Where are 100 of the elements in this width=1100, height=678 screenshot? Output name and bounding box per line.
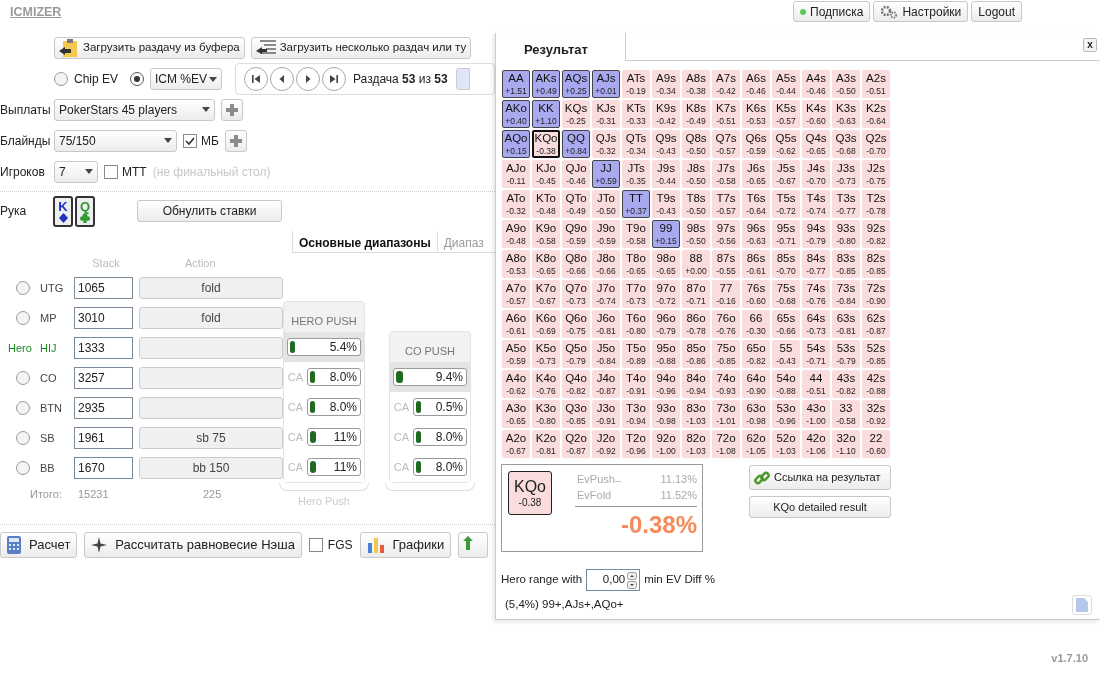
copy-icon[interactable]	[1072, 595, 1092, 615]
hand-cell[interactable]: 53s -0.79	[832, 340, 860, 368]
hand-cell[interactable]: 92s -0.82	[862, 220, 890, 248]
hand-cell[interactable]: K7s -0.51	[712, 100, 740, 128]
hand-cell[interactable]: K9s -0.42	[652, 100, 680, 128]
hand-cell[interactable]: KTo -0.48	[532, 190, 560, 218]
stack-input[interactable]: 3010	[74, 307, 133, 329]
hand-cell[interactable]: K3o -0.80	[532, 400, 560, 428]
hand-cell[interactable]: 88 +0.00	[682, 250, 710, 278]
hand-cell[interactable]: A6o -0.61	[502, 310, 530, 338]
min-ev-spinner[interactable]: 0,00	[586, 569, 641, 591]
hand-cell[interactable]: J3s -0.73	[832, 160, 860, 188]
radio-button[interactable]	[16, 431, 30, 445]
hand-cell[interactable]: J3o -0.91	[592, 400, 620, 428]
hand-cell[interactable]: 42s -0.88	[862, 370, 890, 398]
hand-cell[interactable]: 85s -0.70	[772, 250, 800, 278]
hand-cell[interactable]: T5o -0.89	[622, 340, 650, 368]
hand-cell[interactable]: 97o -0.72	[652, 280, 680, 308]
hand-cell[interactable]: T4s -0.74	[802, 190, 830, 218]
hand-cell[interactable]: K8o -0.65	[532, 250, 560, 278]
hand-cell[interactable]: 94s -0.79	[802, 220, 830, 248]
hand-cell[interactable]: 32s -0.92	[862, 400, 890, 428]
hand-cell[interactable]: K9o -0.58	[532, 220, 560, 248]
hand-cell[interactable]: AA +1.51	[502, 70, 530, 98]
stack-input[interactable]: 1333	[74, 337, 133, 359]
copy-button[interactable]	[455, 68, 470, 90]
hand-cell[interactable]: 82s -0.85	[862, 250, 890, 278]
hand-cell[interactable]: A5s -0.44	[772, 70, 800, 98]
hand-cell[interactable]: A9o -0.48	[502, 220, 530, 248]
checkbox[interactable]	[183, 133, 197, 148]
hand-cell[interactable]: 55 -0.43	[772, 340, 800, 368]
hand-cell[interactable]: J9o -0.59	[592, 220, 620, 248]
hand-cell[interactable]: T3o -0.94	[622, 400, 650, 428]
reset-bets-button[interactable]: Обнулить ставки	[137, 200, 282, 222]
hand-cell[interactable]: 97s -0.56	[712, 220, 740, 248]
stack-input[interactable]: 3257	[74, 367, 133, 389]
hand-cell[interactable]: ATo -0.32	[502, 190, 530, 218]
hand-cell[interactable]: K6s -0.53	[742, 100, 770, 128]
hand-cell[interactable]: T5s -0.72	[772, 190, 800, 218]
hand-cell[interactable]: Q4o -0.82	[562, 370, 590, 398]
hand-cell[interactable]: J7s -0.58	[712, 160, 740, 188]
hand-cell[interactable]: J8o -0.66	[592, 250, 620, 278]
hand-cell[interactable]: 76o -0.76	[712, 310, 740, 338]
action-field[interactable]	[139, 397, 283, 419]
radio-button[interactable]	[16, 311, 30, 325]
select-field[interactable]: 75/150	[54, 129, 177, 152]
hand-cell[interactable]: 96o -0.79	[652, 310, 680, 338]
hand-cell[interactable]: QQ +0.84	[562, 130, 590, 158]
hand-cell[interactable]: Q3s -0.68	[832, 130, 860, 158]
checkbox-label[interactable]: МБ	[201, 131, 219, 150]
hand-cell[interactable]: 85o -0.86	[682, 340, 710, 368]
hand-cell[interactable]: J4o -0.87	[592, 370, 620, 398]
hand-cell[interactable]: 75o -0.85	[712, 340, 740, 368]
hand-cell[interactable]: 43s -0.82	[832, 370, 860, 398]
checkbox[interactable]	[104, 164, 118, 179]
add-button[interactable]	[224, 129, 247, 152]
first-button[interactable]	[244, 67, 268, 91]
hand-cell[interactable]: Q4s -0.65	[802, 130, 830, 158]
load-button[interactable]: Загрузить раздачу из буфера	[54, 37, 245, 59]
hand-cell[interactable]: Q8o -0.66	[562, 250, 590, 278]
hand-cell[interactable]: A3s -0.50	[832, 70, 860, 98]
hand-cell[interactable]: QJs -0.32	[592, 130, 620, 158]
hand-cell[interactable]: 93s -0.80	[832, 220, 860, 248]
hand-cell[interactable]: 52s -0.85	[862, 340, 890, 368]
hand-cell[interactable]: J2o -0.92	[592, 430, 620, 458]
hand-cell[interactable]: 86s -0.61	[742, 250, 770, 278]
hand-cell[interactable]: T9o -0.58	[622, 220, 650, 248]
hand-cell[interactable]: 63s -0.81	[832, 310, 860, 338]
hand-cell[interactable]: K4s -0.60	[802, 100, 830, 128]
hand-cell[interactable]: Q3o -0.85	[562, 400, 590, 428]
hand-cell[interactable]: Q2s -0.70	[862, 130, 890, 158]
hand-cell[interactable]: T4o -0.91	[622, 370, 650, 398]
checkbox[interactable]	[308, 537, 323, 552]
hand-cell[interactable]: 87s -0.55	[712, 250, 740, 278]
hand-cell[interactable]: 22 -0.60	[862, 430, 890, 458]
hand-cell[interactable]: J6s -0.65	[742, 160, 770, 188]
hand-cell[interactable]: 73o -1.01	[712, 400, 740, 428]
hand-cell[interactable]: JTs -0.35	[622, 160, 650, 188]
checkbox-label[interactable]: FGS	[327, 535, 353, 554]
hand-cell[interactable]: 99 +0.15	[652, 220, 680, 248]
add-button[interactable]	[221, 98, 243, 121]
hand-cell[interactable]: 72o -1.08	[712, 430, 740, 458]
stack-input[interactable]: 2935	[74, 397, 133, 419]
radio-label[interactable]: Chip EV	[74, 70, 119, 88]
hand-cell[interactable]: K8s -0.49	[682, 100, 710, 128]
hand-cell[interactable]: Q5s -0.62	[772, 130, 800, 158]
stack-input[interactable]: 1670	[74, 457, 133, 479]
radio-button[interactable]	[16, 401, 30, 415]
hand-cell[interactable]: K5s -0.57	[772, 100, 800, 128]
hand-cell[interactable]: 66 -0.30	[742, 310, 770, 338]
hand-cell[interactable]: 92o -1.00	[652, 430, 680, 458]
hand-cell[interactable]: K2o -0.81	[532, 430, 560, 458]
hand-cell[interactable]: J8s -0.50	[682, 160, 710, 188]
hand-cell[interactable]: 84o -0.94	[682, 370, 710, 398]
hand-cell[interactable]: A2s -0.51	[862, 70, 890, 98]
hand-cell[interactable]: KK +1.10	[532, 100, 560, 128]
hand-cell[interactable]: 75s -0.68	[772, 280, 800, 308]
hand-cell[interactable]: 95s -0.71	[772, 220, 800, 248]
hand-cell[interactable]: 32o -1.10	[832, 430, 860, 458]
hand-cell[interactable]: 64o -0.90	[742, 370, 770, 398]
